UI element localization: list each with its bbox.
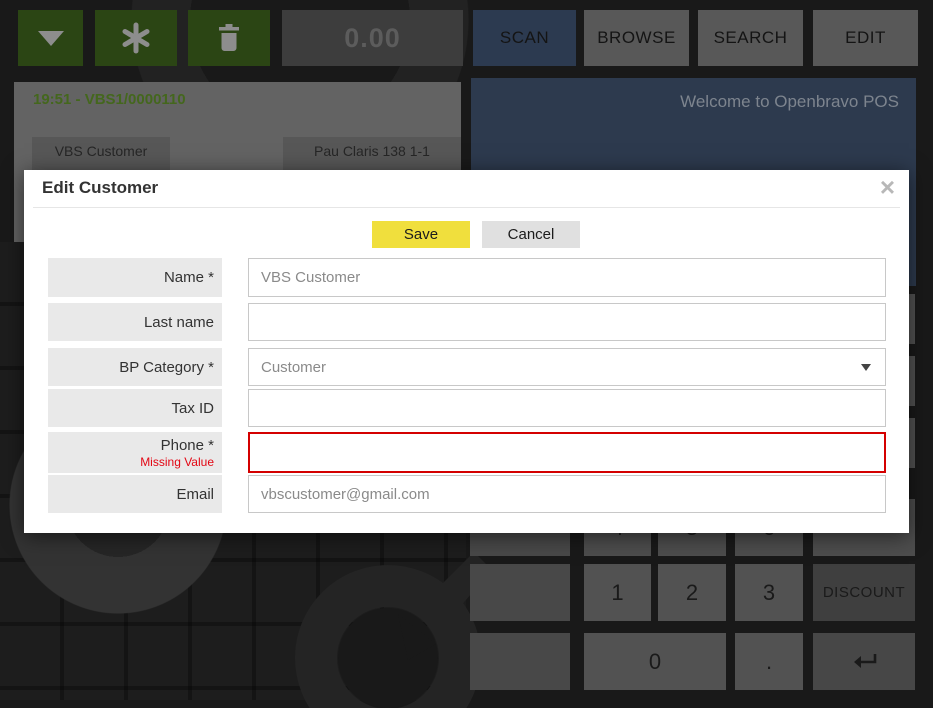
email-label: Email [176,486,214,503]
lastname-field[interactable] [248,303,886,341]
form-row-phone: Phone * Missing Value [48,432,862,473]
new-receipt-button[interactable] [95,10,177,66]
delete-receipt-button[interactable] [188,10,270,66]
tab-edit[interactable]: EDIT [813,10,918,66]
enter-return-icon [849,651,879,673]
tab-search[interactable]: SEARCH [698,10,803,66]
keypad-key-dot[interactable]: . [735,633,803,690]
divider [33,207,900,208]
name-field[interactable] [248,258,886,297]
lastname-label: Last name [144,314,214,331]
phone-error-text: Missing Value [140,455,214,469]
amount-display: 0.00 [282,10,463,66]
form-row-name: Name * [48,258,862,297]
form-row-taxid: Tax ID [48,389,862,427]
enter-button[interactable] [813,633,915,690]
keypad-blank[interactable] [470,633,570,690]
phone-label: Phone * [161,437,214,454]
discount-button[interactable]: DISCOUNT [813,564,915,621]
save-button[interactable]: Save [372,221,470,248]
welcome-message: Welcome to Openbravo POS [680,92,899,111]
tab-scan[interactable]: SCAN [473,10,576,66]
form-row-email: Email [48,475,862,513]
bp-category-value: Customer [261,359,326,376]
form-row-category: BP Category * Customer [48,348,862,386]
bp-category-select[interactable]: Customer [248,348,886,386]
close-icon[interactable]: × [880,172,895,202]
keypad-key-3[interactable]: 3 [735,564,803,621]
keypad-blank[interactable] [470,564,570,621]
name-label: Name * [164,269,214,286]
chevron-down-icon [38,31,64,46]
taxid-field[interactable] [248,389,886,427]
keypad-key-2[interactable]: 2 [658,564,726,621]
cancel-button[interactable]: Cancel [482,221,580,248]
receipt-header: 19:51 - VBS1/0000110 [33,91,186,108]
keypad-key-1[interactable]: 1 [584,564,651,621]
tab-browse[interactable]: BROWSE [584,10,689,66]
email-field[interactable] [248,475,886,513]
asterisk-icon [119,21,153,55]
trash-icon [215,23,243,53]
keypad-key-0[interactable]: 0 [584,633,726,690]
taxid-label: Tax ID [171,400,214,417]
chevron-down-icon [861,364,871,371]
form-row-lastname: Last name [48,303,862,341]
phone-field[interactable] [248,432,886,473]
menu-dropdown-button[interactable] [18,10,83,66]
dialog-title: Edit Customer [42,178,158,198]
edit-customer-dialog: Edit Customer × Save Cancel Name * Last … [24,170,909,533]
category-label: BP Category * [119,359,214,376]
